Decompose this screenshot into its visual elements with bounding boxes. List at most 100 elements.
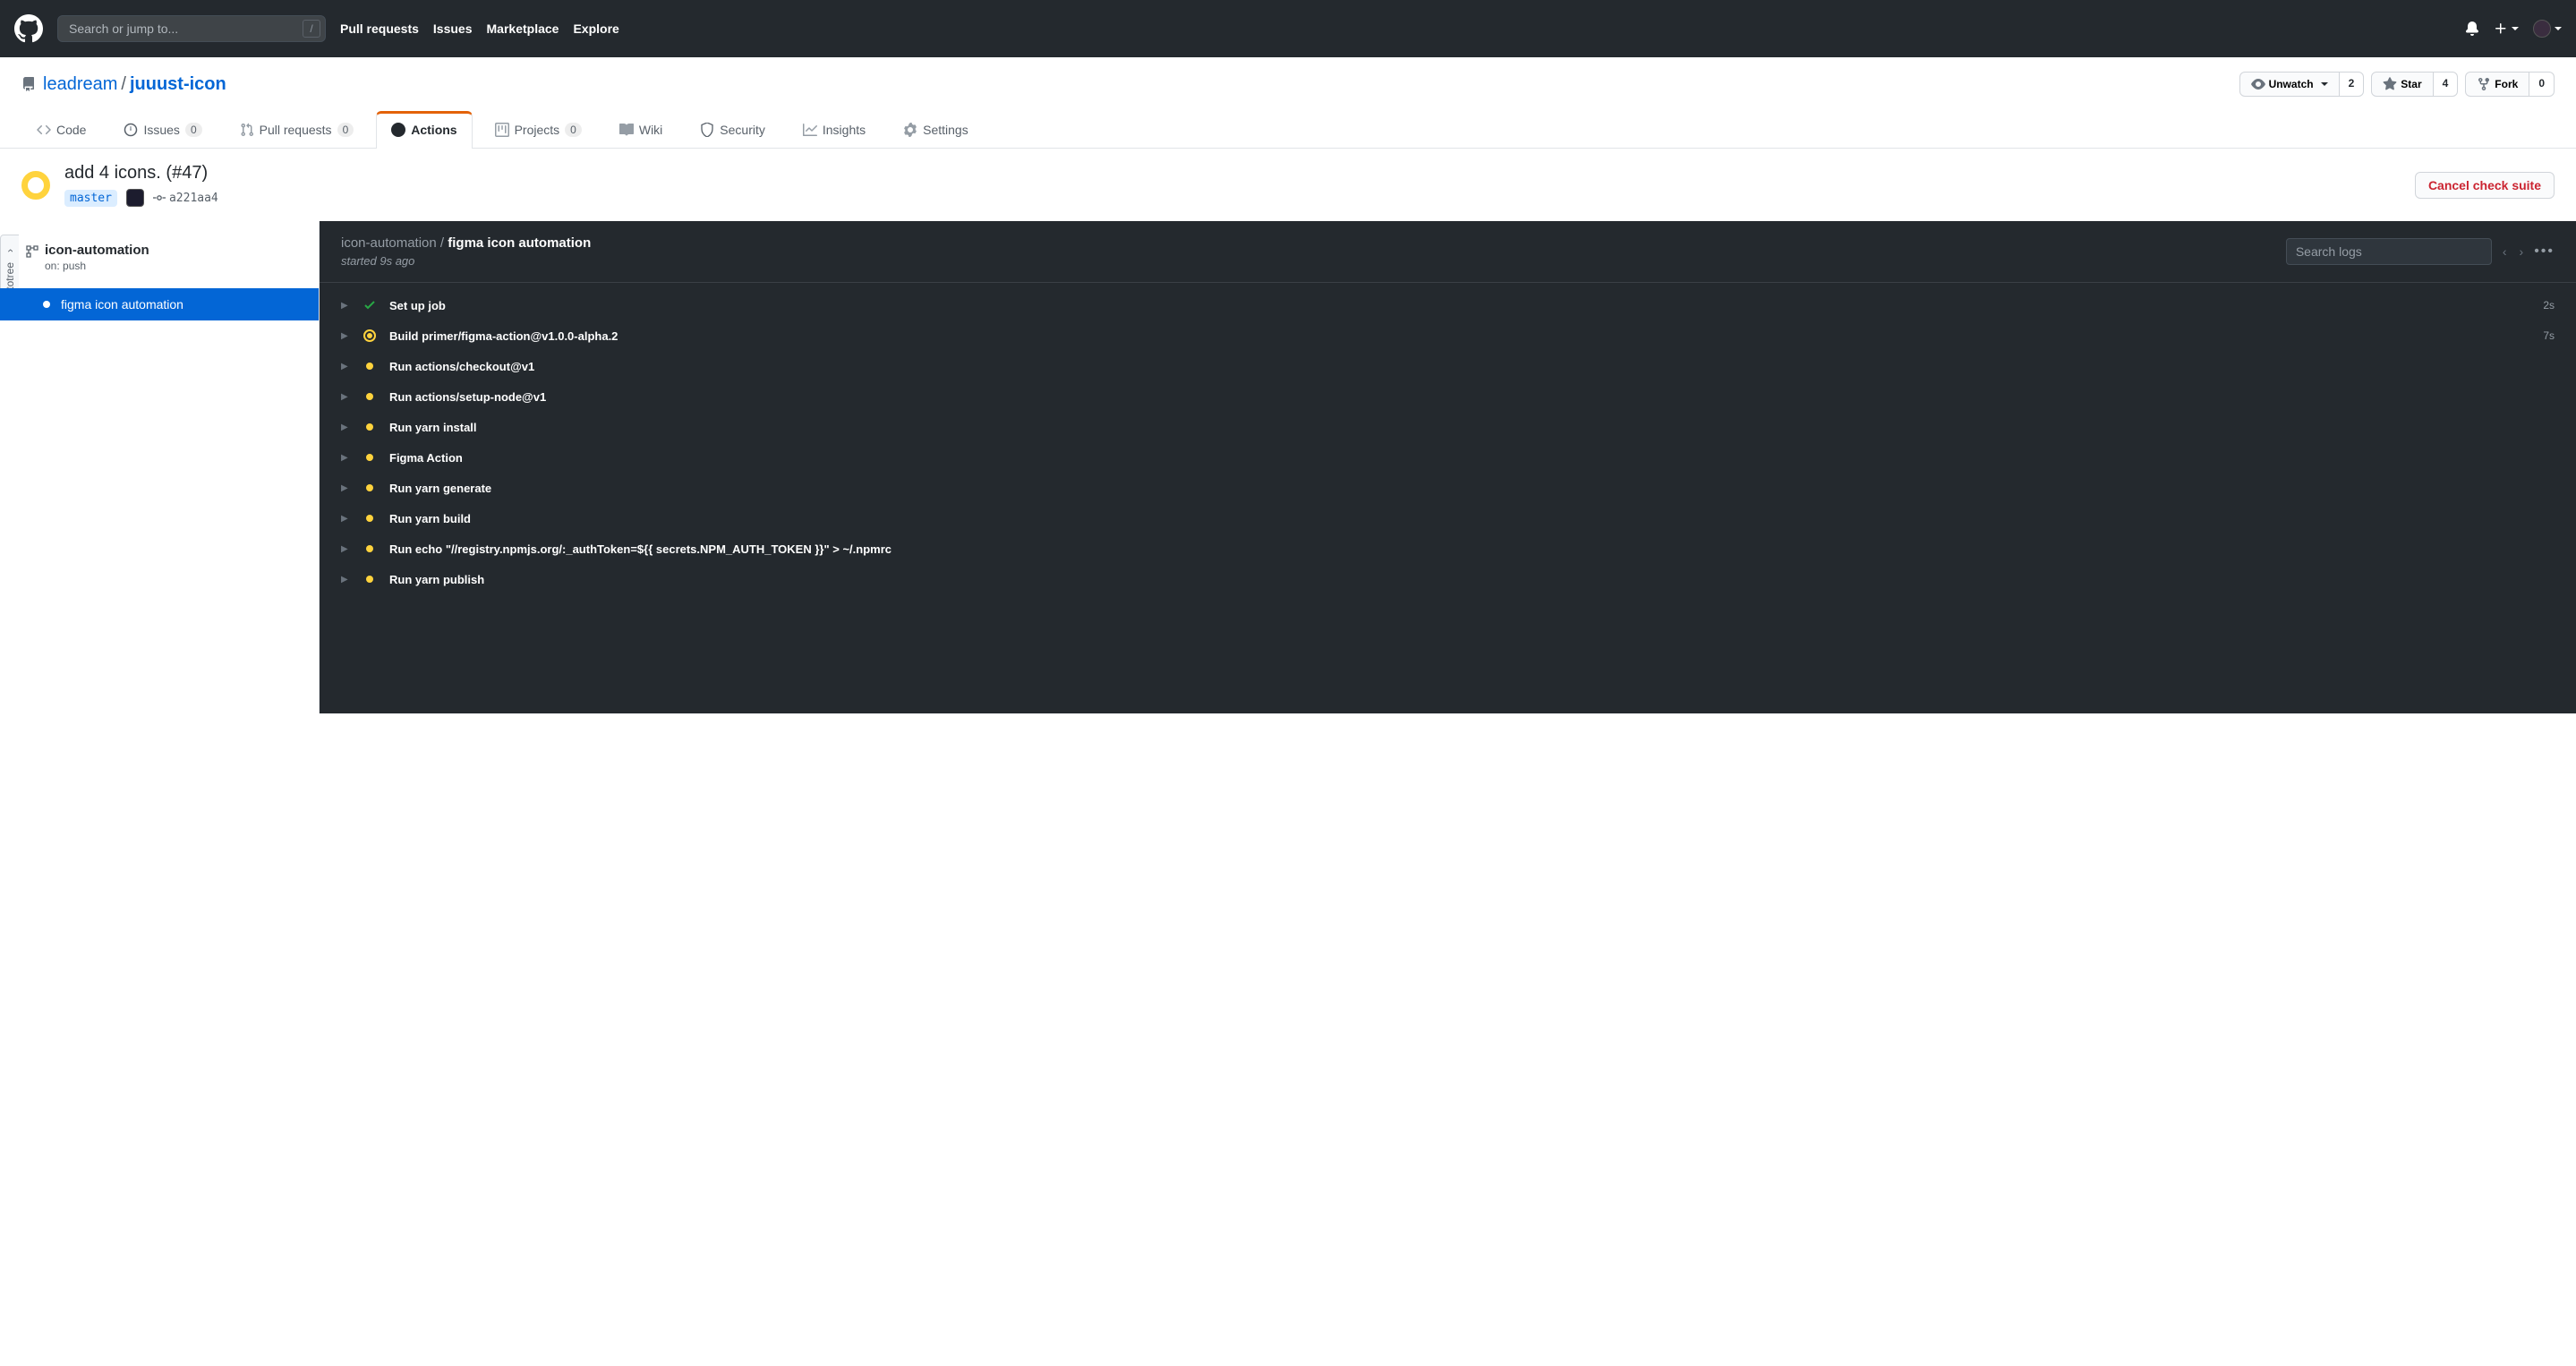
log-step-row[interactable]: ▶ Build primer/figma-action@v1.0.0-alpha.… <box>320 320 2576 351</box>
log-step-row[interactable]: ▶ Run yarn build <box>320 503 2576 534</box>
nav-marketplace[interactable]: Marketplace <box>487 21 559 36</box>
unwatch-button[interactable]: Unwatch <box>2239 72 2340 97</box>
workflow-icon <box>25 244 39 259</box>
tab-security[interactable]: Security <box>685 111 780 148</box>
logs-started: started 9s ago <box>341 254 591 268</box>
chevron-right-icon[interactable]: ▶ <box>341 514 350 524</box>
log-step-row[interactable]: ▶ Run yarn publish <box>320 564 2576 594</box>
user-menu[interactable] <box>2533 20 2562 38</box>
fork-icon <box>2477 77 2491 91</box>
global-header: / Pull requests Issues Marketplace Explo… <box>0 0 2576 57</box>
log-step-row[interactable]: ▶Figma Action <box>320 442 2576 473</box>
chevron-right-icon[interactable]: ▶ <box>341 331 350 341</box>
nav-explore[interactable]: Explore <box>573 21 618 36</box>
job-status-dot <box>43 301 50 308</box>
cancel-check-suite-button[interactable]: Cancel check suite <box>2415 172 2555 199</box>
code-icon <box>37 123 51 137</box>
slash-shortcut-badge: / <box>303 20 320 38</box>
repo-header: leadream / juuust-icon Unwatch 2 Star 4 … <box>0 57 2576 149</box>
tab-projects[interactable]: Projects0 <box>480 111 597 148</box>
logs-header: icon-automation / figma icon automation … <box>320 221 2576 283</box>
create-new-menu[interactable] <box>2494 21 2519 36</box>
check-icon <box>363 298 377 312</box>
avatar-icon <box>2533 20 2551 38</box>
tab-actions[interactable]: Actions <box>376 111 472 149</box>
play-icon <box>391 123 405 137</box>
tab-insights[interactable]: Insights <box>788 111 881 148</box>
nav-issues[interactable]: Issues <box>433 21 473 36</box>
chevron-right-icon[interactable]: ▶ <box>341 301 350 311</box>
workflow-trigger: on: push <box>45 260 301 272</box>
jobs-sidebar: icon-automation on: push figma icon auto… <box>0 221 320 713</box>
log-steps-list: ▶Set up job2s▶Build primer/figma-action@… <box>320 283 2576 602</box>
notifications-icon[interactable] <box>2465 21 2479 36</box>
log-step-row[interactable]: ▶ Run actions/checkout@v1 <box>320 351 2576 381</box>
step-name: Run actions/checkout@v1 <box>389 360 2542 373</box>
log-step-row[interactable]: ▶Run echo "//registry.npmjs.org/:_authTo… <box>320 534 2576 564</box>
step-name: Run actions/setup-node@v1 <box>389 390 2542 404</box>
fork-count[interactable]: 0 <box>2529 72 2555 97</box>
log-step-row[interactable]: ▶Run yarn generate <box>320 473 2576 503</box>
workflow-name: icon-automation <box>45 243 301 258</box>
step-name: Build primer/figma-action@v1.0.0-alpha.2 <box>389 329 2530 343</box>
pending-icon <box>363 481 377 495</box>
caret-down-icon <box>2512 27 2519 30</box>
gear-icon <box>903 123 917 137</box>
pending-icon <box>363 572 377 586</box>
log-step-row[interactable]: ▶ Run actions/setup-node@v1 <box>320 381 2576 412</box>
tab-wiki[interactable]: Wiki <box>604 111 678 148</box>
repo-tabs: Code Issues0 Pull requests0 Actions Proj… <box>21 111 2555 148</box>
pending-icon <box>363 359 377 373</box>
tab-code[interactable]: Code <box>21 111 101 148</box>
repo-owner-link[interactable]: leadream <box>43 74 117 95</box>
logs-breadcrumb: icon-automation / figma icon automation <box>341 235 591 251</box>
run-title: add 4 icons. (#47) <box>64 163 218 184</box>
watch-count[interactable]: 2 <box>2340 72 2365 97</box>
chevron-right-icon[interactable]: ▶ <box>341 483 350 493</box>
global-search-input[interactable] <box>57 15 326 42</box>
branch-badge[interactable]: master <box>64 190 117 207</box>
log-step-row[interactable]: ▶Set up job2s <box>320 290 2576 320</box>
commit-sha-link[interactable]: a221aa4 <box>153 192 218 205</box>
pending-icon <box>363 542 377 556</box>
pr-icon <box>240 123 254 137</box>
fork-button[interactable]: Fork <box>2465 72 2529 97</box>
chevron-right-icon[interactable]: ▶ <box>341 453 350 463</box>
topbar-right <box>2465 20 2562 38</box>
commit-author-avatar[interactable] <box>126 189 144 207</box>
workflow-body: icon-automation on: push figma icon auto… <box>0 221 2576 713</box>
running-icon <box>363 329 377 343</box>
logs-menu-icon[interactable]: ••• <box>2534 243 2555 260</box>
tab-issues[interactable]: Issues0 <box>108 111 217 148</box>
chevron-right-icon[interactable]: ▶ <box>341 362 350 371</box>
github-logo-icon[interactable] <box>14 14 43 43</box>
logs-prev-icon[interactable]: ‹ <box>2503 244 2507 259</box>
workflow-group[interactable]: icon-automation on: push <box>0 235 319 279</box>
step-duration: 2s <box>2543 299 2555 312</box>
step-name: Run yarn publish <box>389 573 2542 586</box>
repo-actions: Unwatch 2 Star 4 Fork 0 <box>2239 72 2555 97</box>
chevron-right-icon[interactable]: ▶ <box>341 423 350 432</box>
pending-icon <box>363 389 377 404</box>
step-name: Run yarn build <box>389 512 2542 525</box>
logs-next-icon[interactable]: › <box>2520 244 2524 259</box>
shield-icon <box>700 123 714 137</box>
sidebar-job-figma[interactable]: figma icon automation <box>0 288 319 320</box>
chevron-right-icon[interactable]: ▶ <box>341 544 350 554</box>
nav-pull-requests[interactable]: Pull requests <box>340 21 419 36</box>
caret-down-icon <box>2321 82 2328 86</box>
star-button[interactable]: Star <box>2371 72 2433 97</box>
chevron-right-icon[interactable]: ▶ <box>341 392 350 402</box>
step-duration: 7s <box>2543 329 2555 342</box>
star-icon <box>2383 77 2397 91</box>
graph-icon <box>803 123 817 137</box>
logs-search-input[interactable] <box>2286 238 2492 265</box>
tab-pull-requests[interactable]: Pull requests0 <box>225 111 370 148</box>
commit-icon <box>153 192 166 204</box>
repo-name-link[interactable]: juuust-icon <box>130 74 226 95</box>
tab-settings[interactable]: Settings <box>888 111 984 148</box>
log-step-row[interactable]: ▶Run yarn install <box>320 412 2576 442</box>
eye-icon <box>2251 77 2265 91</box>
chevron-right-icon[interactable]: ▶ <box>341 575 350 585</box>
star-count[interactable]: 4 <box>2434 72 2459 97</box>
